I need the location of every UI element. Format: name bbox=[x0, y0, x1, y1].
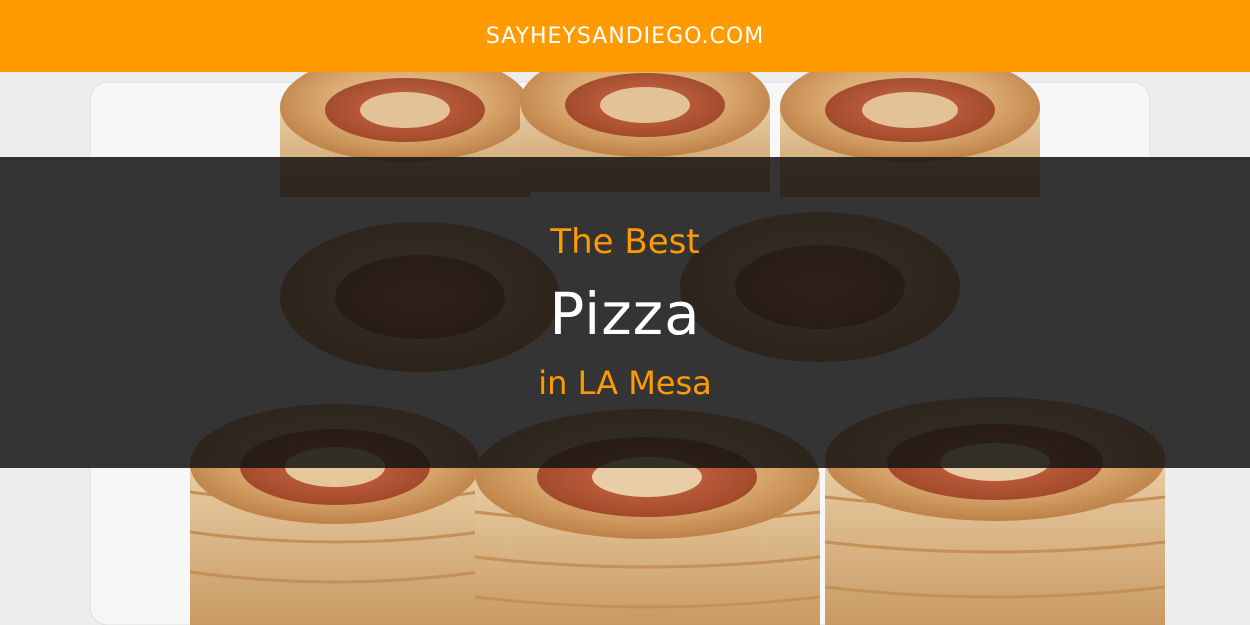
headline-topic: Pizza bbox=[549, 280, 701, 348]
site-name[interactable]: SAYHEYSANDIEGO.COM bbox=[486, 24, 764, 49]
headline-prefix: The Best bbox=[550, 222, 700, 262]
site-banner: SAYHEYSANDIEGO.COM bbox=[0, 0, 1250, 72]
article-hero: SAYHEYSANDIEGO.COM The Best Pizza in LA … bbox=[0, 0, 1250, 625]
headline-location: in LA Mesa bbox=[538, 364, 712, 402]
